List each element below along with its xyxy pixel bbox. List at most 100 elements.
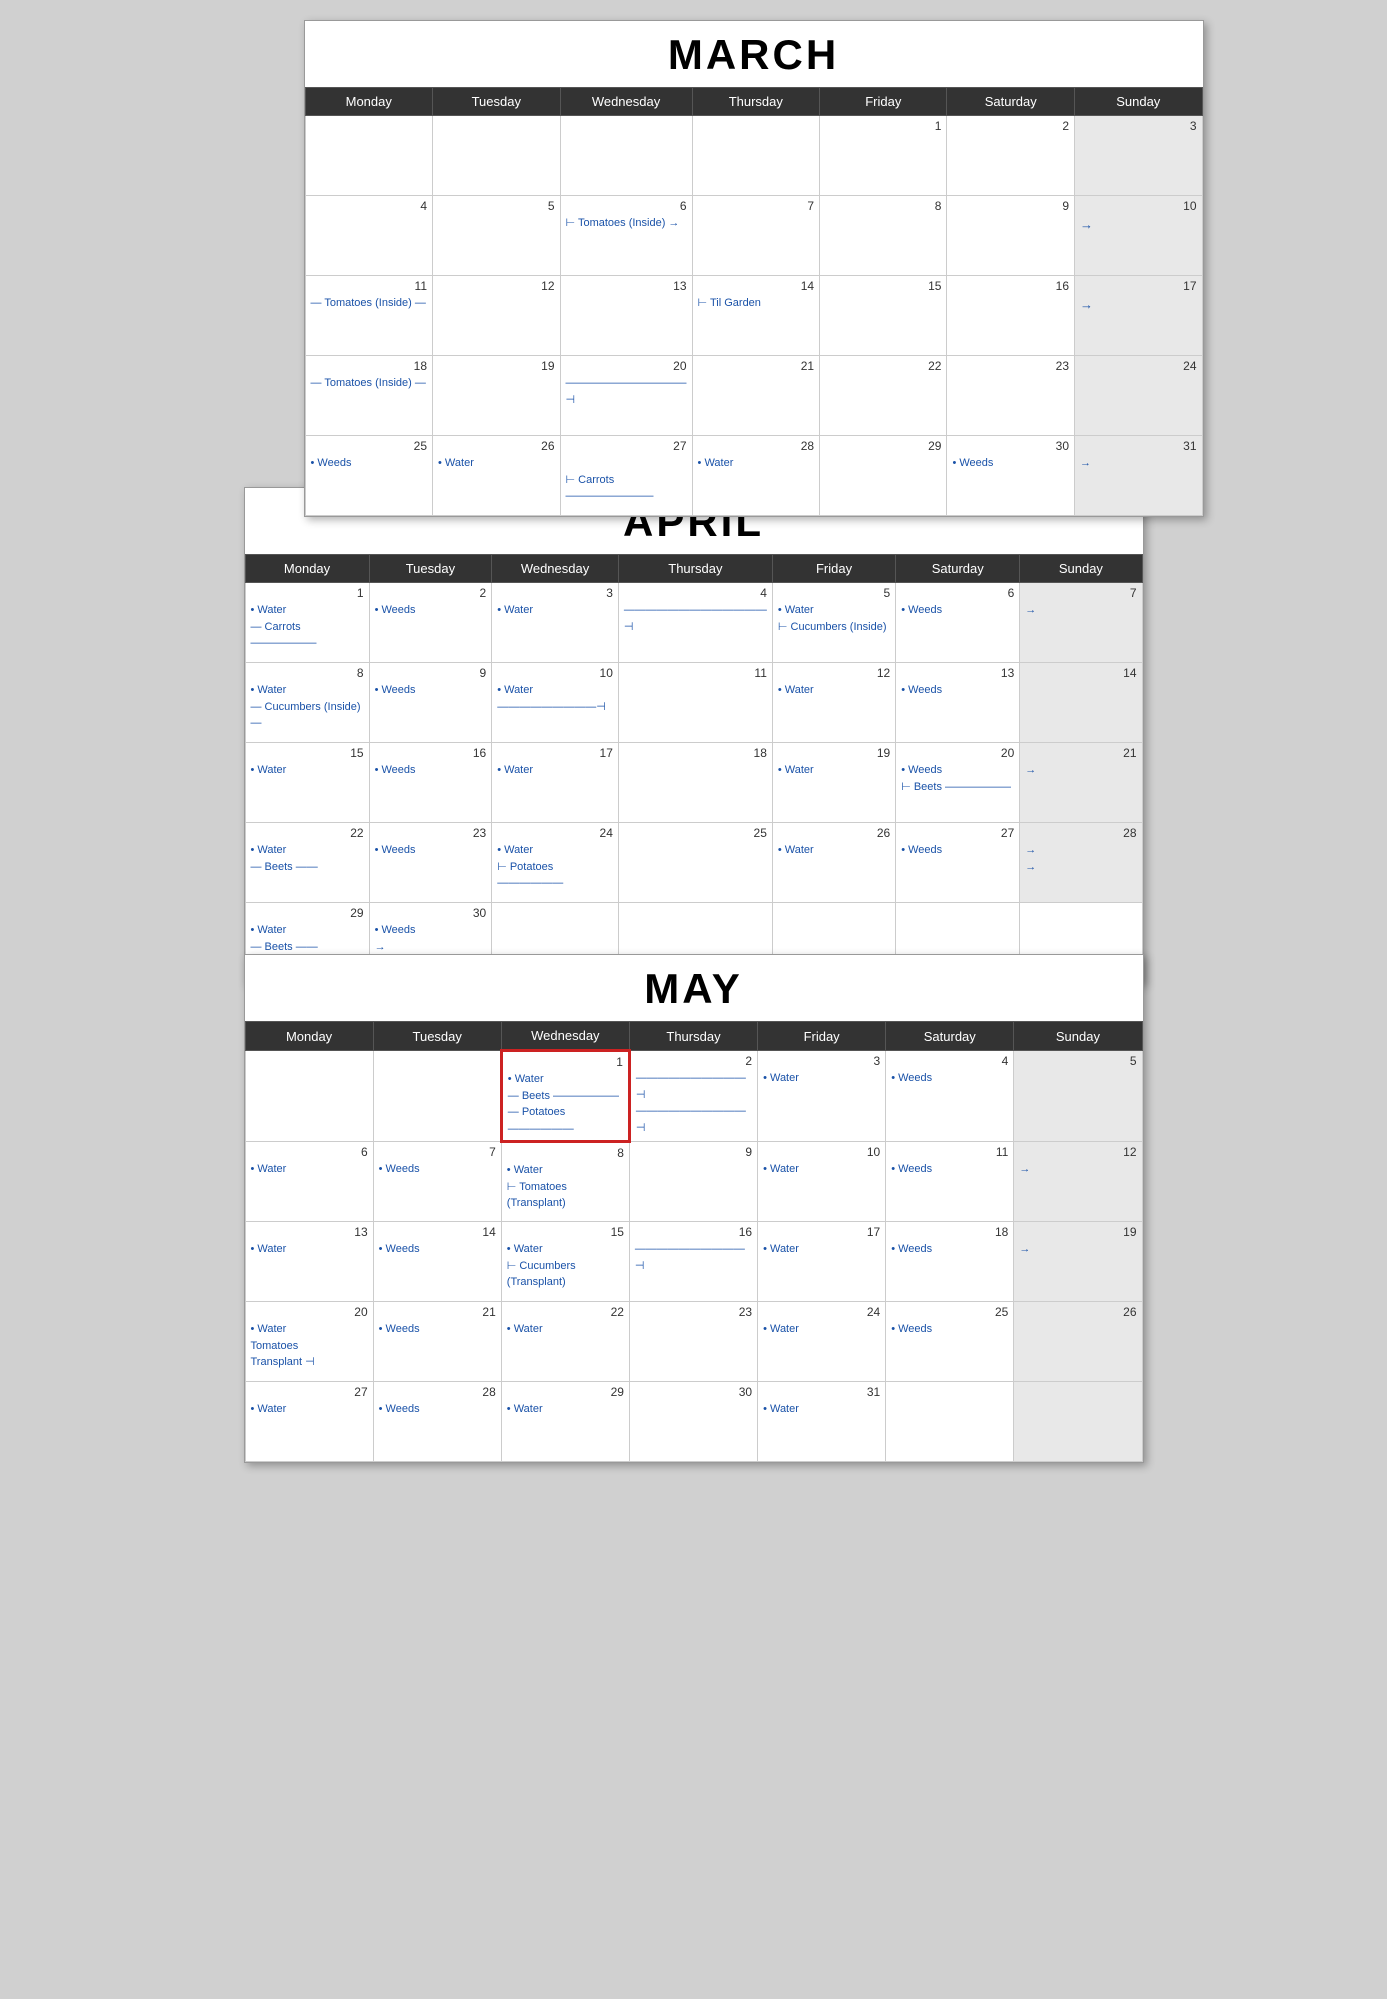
day-number: 6 [251,1145,368,1159]
day-number: 25 [891,1305,1008,1319]
calendar-cell: 21→ [1020,743,1142,823]
calendar-cell: 10• Water—————————⊣ [492,663,619,743]
day-content: • Water [497,602,613,619]
calendar-cell: 15 [820,276,947,356]
day-content: → [1080,215,1197,235]
calendar-cell: 8 [820,196,947,276]
column-header-saturday: Saturday [896,555,1020,583]
day-content: • Weeds [901,682,1014,699]
day-number: 1 [251,586,364,600]
day-content: • Water [251,762,364,779]
calendar-cell: 3 • Water [758,1051,886,1142]
column-header-tuesday: Tuesday [369,555,492,583]
day-content: • Water [763,1161,880,1178]
day-content: • Weeds [375,602,487,619]
day-content: ——————————⊣——————————⊣ [636,1070,752,1136]
day-number: 8 [507,1146,624,1160]
day-number: 23 [952,359,1069,373]
column-header-monday: Monday [305,88,433,116]
calendar-cell: 6• Water [245,1142,373,1222]
day-number: 8 [251,666,364,680]
calendar-cell: 1 • Water— Beets ——————— Potatoes —————— [501,1051,629,1142]
day-content: • Weeds⊢ Beets —————— [901,762,1014,795]
day-number: 23 [375,826,487,840]
calendar-cell: 5• Water⊢ Cucumbers (Inside) [772,583,895,663]
calendar-cell: 15 • Water [245,743,369,823]
day-number: 15 [251,746,364,760]
day-content: • Water [507,1321,624,1338]
day-number: 9 [952,199,1069,213]
day-number: 18 [624,746,767,760]
calendar-cell: 28 • Water [692,436,820,516]
column-header-monday: Monday [245,1022,373,1051]
day-content: • Water [763,1241,880,1258]
calendar-cell: 24• Water⊢ Potatoes —————— [492,823,619,903]
calendar-cell: 11• Weeds [886,1142,1014,1222]
calendar-cell: 2 • Weeds [369,583,492,663]
day-content: • Water [438,455,555,472]
day-number: 20 [901,746,1014,760]
day-number: 30 [635,1385,752,1399]
day-number: 3 [1080,119,1197,133]
day-content: • Water [778,842,890,859]
day-content: → [1019,1241,1136,1258]
calendar-cell: 31• Water [758,1382,886,1462]
calendar-cell: 25 [618,823,772,903]
day-number: 2 [375,586,487,600]
day-content: → [1080,455,1197,472]
day-number: 9 [635,1145,752,1159]
day-number: 15 [507,1225,624,1239]
day-number: 28 [698,439,815,453]
day-number: 5 [778,586,890,600]
day-number: 31 [1080,439,1197,453]
calendar-cell: 11— Tomatoes (Inside) — [305,276,433,356]
calendar-cell [1014,1382,1142,1462]
day-number: 16 [635,1225,752,1239]
day-number: 26 [778,826,890,840]
day-number: 20 [251,1305,368,1319]
month-title: MAY [245,955,1143,1021]
calendar-cell: 5 [1014,1051,1142,1142]
calendar-grid: MondayTuesdayWednesdayThursdayFridaySatu… [305,87,1203,516]
calendar-cell: 31 → [1075,436,1203,516]
calendar-cell: 27• Water [245,1382,373,1462]
column-header-thursday: Thursday [692,88,820,116]
calendar-cell [305,116,433,196]
day-number: 1 [508,1055,623,1069]
calendar-cell: 14⊢ Til Garden [692,276,820,356]
calendar-cell: 19 → [1014,1222,1142,1302]
day-number: 3 [763,1054,880,1068]
column-header-wednesday: Wednesday [492,555,619,583]
day-number: 10 [1080,199,1197,213]
calendar-april: APRILMondayTuesdayWednesdayThursdayFrida… [244,487,1144,984]
day-number: 21 [379,1305,496,1319]
calendar-cell [692,116,820,196]
calendar-cell: 12 [433,276,561,356]
day-number: 19 [1019,1225,1136,1239]
day-number: 14 [698,279,815,293]
day-content: • Weeds [379,1161,496,1178]
calendar-grid: MondayTuesdayWednesdayThursdayFridaySatu… [245,1021,1143,1462]
day-number: 24 [763,1305,880,1319]
calendar-cell: 21• Weeds [373,1302,501,1382]
day-number: 16 [375,746,487,760]
calendar-cell [886,1382,1014,1462]
day-content: • Weeds [901,842,1014,859]
day-number: 4 [624,586,767,600]
calendar-cell: 29• Water [501,1382,629,1462]
day-number: 16 [952,279,1069,293]
day-content: • Water [698,455,815,472]
calendar-cell: 18• Weeds [886,1222,1014,1302]
calendar-cell: 23 [629,1302,757,1382]
day-content: • Water [763,1070,880,1087]
calendar-cell: 22• Water [501,1302,629,1382]
calendar-cell: 27⊢ Carrots ———————— [560,436,692,516]
day-number: 7 [698,199,815,213]
calendar-cell [245,1051,373,1142]
day-content: • Water— Beets ——————— Potatoes —————— [508,1071,623,1137]
day-number: 13 [566,279,687,293]
day-number: 18 [891,1225,1008,1239]
day-number: 1 [825,119,941,133]
day-content: • Weeds [375,842,487,859]
calendar-cell: 25• Weeds [886,1302,1014,1382]
